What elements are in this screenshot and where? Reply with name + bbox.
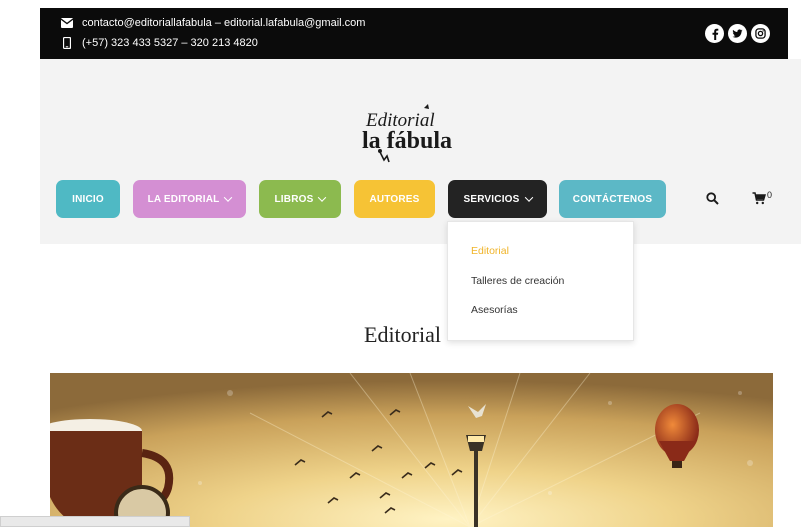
search-button[interactable] <box>706 192 719 210</box>
contact-phone[interactable]: (+57) 323 433 5327 – 320 213 4820 <box>60 37 258 49</box>
contact-email-text: contacto@editoriallafabula – editorial.l… <box>82 17 366 29</box>
dropdown-item-talleres[interactable]: Talleres de creación <box>471 275 564 287</box>
nav-la-editorial-label: LA EDITORIAL <box>147 193 220 205</box>
chevron-down-icon <box>524 193 533 202</box>
site-logo[interactable]: Editorial la fábula <box>346 104 486 166</box>
page-title: Editorial <box>364 322 441 347</box>
envelope-icon <box>60 18 74 28</box>
nav-autores[interactable]: AUTORES <box>354 180 435 218</box>
nav-contactenos[interactable]: CONTÁCTENOS <box>559 180 666 218</box>
top-bar: contacto@editoriallafabula – editorial.l… <box>40 8 788 59</box>
contact-phone-text: (+57) 323 433 5327 – 320 213 4820 <box>82 37 258 49</box>
chevron-down-icon <box>224 193 233 202</box>
cart-button[interactable]: 0 <box>752 190 773 205</box>
dropdown-item-asesorias[interactable]: Asesorías <box>471 304 518 316</box>
status-bar-url <box>0 516 190 527</box>
nav-la-editorial[interactable]: LA EDITORIAL <box>133 180 246 218</box>
hero-banner-image <box>50 373 773 527</box>
svg-text:la fábula: la fábula <box>362 128 452 154</box>
servicios-dropdown: Editorial Talleres de creación Asesorías <box>447 221 634 341</box>
social-links <box>705 24 770 43</box>
chevron-down-icon <box>318 193 327 202</box>
twitter-icon[interactable] <box>728 24 747 43</box>
nav-autores-label: AUTORES <box>369 193 420 205</box>
cart-icon <box>752 192 766 205</box>
mobile-phone-icon <box>60 37 74 49</box>
search-icon <box>706 192 719 205</box>
instagram-icon[interactable] <box>751 24 770 43</box>
contact-email[interactable]: contacto@editoriallafabula – editorial.l… <box>60 17 365 29</box>
nav-libros[interactable]: LIBROS <box>259 180 341 218</box>
nav-libros-label: LIBROS <box>274 193 314 205</box>
nav-servicios-label: SERVICIOS <box>463 193 520 205</box>
nav-inicio[interactable]: INICIO <box>56 180 120 218</box>
nav-contactenos-label: CONTÁCTENOS <box>572 193 653 205</box>
nav-servicios[interactable]: SERVICIOS <box>448 180 547 218</box>
cart-count: 0 <box>767 190 773 200</box>
nav-inicio-label: INICIO <box>72 193 104 205</box>
facebook-icon[interactable] <box>705 24 724 43</box>
dropdown-item-editorial[interactable]: Editorial <box>471 245 509 257</box>
